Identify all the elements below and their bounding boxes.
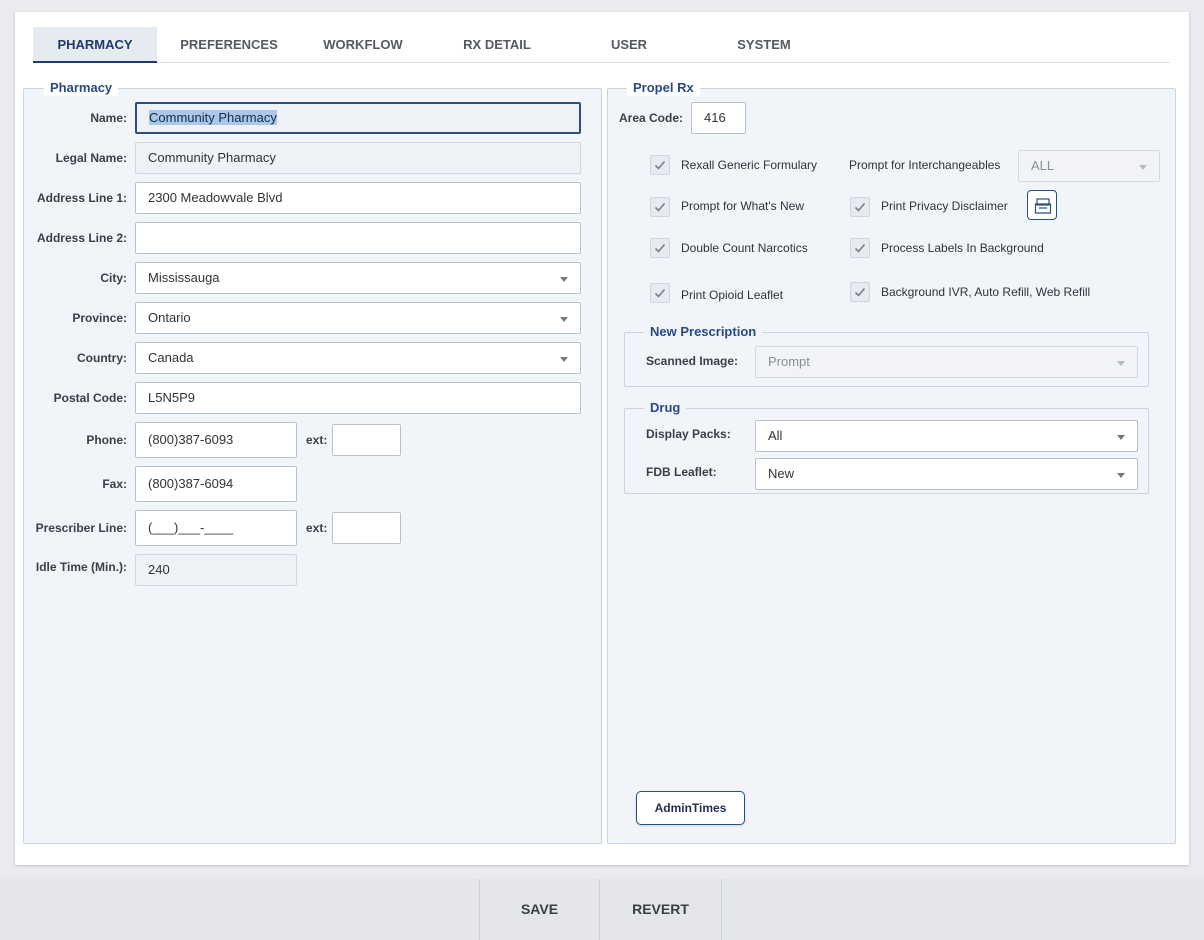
scanned-image-label: Scanned Image: xyxy=(646,354,739,368)
check-icon xyxy=(854,243,866,253)
chevron-down-icon xyxy=(560,317,568,322)
drug-group: Drug Display Packs: All FDB Leaflet: New xyxy=(624,400,1149,494)
interchangeables-select[interactable]: ALL xyxy=(1018,150,1160,182)
address1-label: Address Line 1: xyxy=(36,191,127,205)
prescriber-ext-input[interactable] xyxy=(332,512,401,544)
labels-background-checkbox[interactable] xyxy=(850,238,870,258)
area-code-label: Area Code: xyxy=(619,111,684,125)
city-label: City: xyxy=(100,271,127,285)
interchangeables-label: Prompt for Interchangeables xyxy=(849,158,1001,172)
tab-pharmacy[interactable]: PHARMACY xyxy=(33,27,157,63)
postal-code-input[interactable]: L5N5P9 xyxy=(135,382,581,414)
labels-background-label: Process Labels In Background xyxy=(881,241,1044,255)
check-icon xyxy=(854,287,866,297)
admin-times-button[interactable]: AdminTimes xyxy=(636,791,745,825)
check-icon xyxy=(854,202,866,212)
tab-rx-detail[interactable]: RX DETAIL xyxy=(451,27,543,63)
country-select[interactable]: Canada xyxy=(135,342,581,374)
pharmacy-group: Pharmacy Name: Community Pharmacy Legal … xyxy=(23,80,602,844)
pharmacy-legend: Pharmacy xyxy=(44,80,119,96)
tab-workflow[interactable]: WORKFLOW xyxy=(313,27,413,63)
chevron-down-icon xyxy=(1139,165,1147,170)
fax-label: Fax: xyxy=(102,477,127,491)
interchangeables-value: ALL xyxy=(1031,158,1055,173)
postal-code-label: Postal Code: xyxy=(53,391,127,405)
scanned-image-value: Prompt xyxy=(768,354,810,369)
chevron-down-icon xyxy=(1117,361,1125,366)
opioid-leaflet-label: Print Opioid Leaflet xyxy=(681,288,784,302)
address2-label: Address Line 2: xyxy=(36,231,127,245)
address1-input[interactable]: 2300 Meadowvale Blvd xyxy=(135,182,581,214)
idle-time-field[interactable]: 240 xyxy=(135,554,297,586)
tab-system[interactable]: SYSTEM xyxy=(723,27,805,63)
double-count-checkbox[interactable] xyxy=(650,238,670,258)
display-packs-label: Display Packs: xyxy=(646,427,731,441)
legal-name-label: Legal Name: xyxy=(55,151,127,165)
chevron-down-icon xyxy=(560,357,568,362)
phone-ext-input[interactable] xyxy=(332,424,401,456)
revert-button[interactable]: REVERT xyxy=(599,879,722,940)
settings-card: PHARMACY PREFERENCES WORKFLOW RX DETAIL … xyxy=(15,12,1189,865)
province-select[interactable]: Ontario xyxy=(135,302,581,334)
new-prescription-group: New Prescription Scanned Image: Prompt xyxy=(624,324,1149,387)
phone-label: Phone: xyxy=(86,433,127,447)
tab-preferences[interactable]: PREFERENCES xyxy=(173,27,285,63)
check-icon xyxy=(654,243,666,253)
display-packs-value: All xyxy=(768,428,783,443)
propel-rx-group: Propel Rx Area Code: 416 Rexall Generic … xyxy=(607,80,1176,844)
phone-ext-label: ext: xyxy=(306,433,328,447)
fdb-leaflet-select[interactable]: New xyxy=(755,458,1138,490)
city-value: Mississauga xyxy=(148,270,220,285)
idle-time-label: Idle Time (Min.): xyxy=(35,560,127,574)
country-label: Country: xyxy=(77,351,127,365)
drug-legend: Drug xyxy=(644,400,687,416)
fdb-leaflet-label: FDB Leaflet: xyxy=(646,465,717,479)
prescriber-line-label: Prescriber Line: xyxy=(35,521,127,535)
rexall-generic-checkbox[interactable] xyxy=(650,155,670,175)
name-label: Name: xyxy=(90,111,127,125)
fdb-leaflet-value: New xyxy=(768,466,795,481)
document-tray-icon xyxy=(1034,198,1052,214)
check-icon xyxy=(654,160,666,170)
name-value: Community Pharmacy xyxy=(149,110,277,125)
fax-input[interactable]: (800)387-6094 xyxy=(135,466,297,502)
chevron-down-icon xyxy=(1117,473,1125,478)
province-label: Province: xyxy=(72,311,127,325)
privacy-disclaimer-label: Print Privacy Disclaimer xyxy=(881,199,1008,213)
rexall-generic-label: Rexall Generic Formulary xyxy=(681,158,818,172)
new-prescription-legend: New Prescription xyxy=(644,324,763,340)
privacy-disclaimer-checkbox[interactable] xyxy=(850,197,870,217)
privacy-document-button[interactable] xyxy=(1027,190,1057,220)
country-value: Canada xyxy=(148,350,194,365)
footer-bar: SAVE REVERT xyxy=(0,879,1204,940)
phone-input[interactable]: (800)387-6093 xyxy=(135,422,297,458)
opioid-leaflet-checkbox[interactable] xyxy=(650,283,670,303)
double-count-label: Double Count Narcotics xyxy=(681,241,808,255)
prescriber-line-input[interactable]: (___)___-____ xyxy=(135,510,297,546)
city-select[interactable]: Mississauga xyxy=(135,262,581,294)
tab-bar: PHARMACY PREFERENCES WORKFLOW RX DETAIL … xyxy=(33,27,1170,63)
display-packs-select[interactable]: All xyxy=(755,420,1138,452)
tab-user[interactable]: USER xyxy=(593,27,665,63)
whats-new-label: Prompt for What's New xyxy=(681,199,804,213)
propel-rx-legend: Propel Rx xyxy=(627,80,700,96)
whats-new-checkbox[interactable] xyxy=(650,197,670,217)
check-icon xyxy=(654,202,666,212)
name-input[interactable]: Community Pharmacy xyxy=(135,102,581,134)
chevron-down-icon xyxy=(1117,435,1125,440)
legal-name-field[interactable]: Community Pharmacy xyxy=(135,142,581,174)
address2-input[interactable] xyxy=(135,222,581,254)
province-value: Ontario xyxy=(148,310,191,325)
background-ivr-label: Background IVR, Auto Refill, Web Refill xyxy=(881,285,1091,299)
background-ivr-checkbox[interactable] xyxy=(850,282,870,302)
prescriber-ext-label: ext: xyxy=(306,521,328,535)
check-icon xyxy=(654,288,666,298)
chevron-down-icon xyxy=(560,277,568,282)
scanned-image-select[interactable]: Prompt xyxy=(755,346,1138,378)
area-code-input[interactable]: 416 xyxy=(691,102,746,134)
save-button[interactable]: SAVE xyxy=(479,879,599,940)
